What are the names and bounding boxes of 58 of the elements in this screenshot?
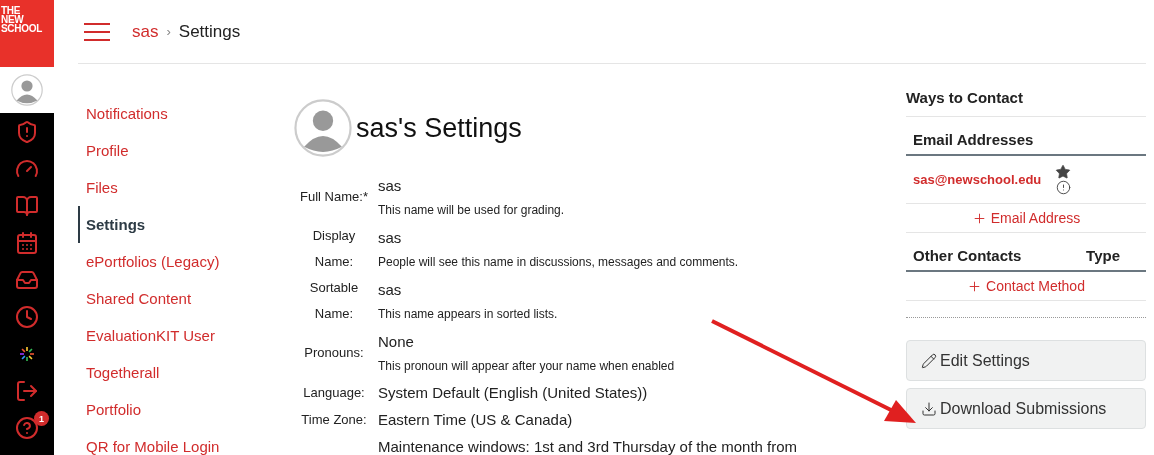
pencil-icon xyxy=(921,352,937,369)
field-value: sas xyxy=(378,280,403,300)
field-value: Eastern Time (US & Canada) xyxy=(378,409,573,430)
plus-icon xyxy=(967,278,983,294)
field-value: System Default (English (United States)) xyxy=(378,382,648,403)
avatar-icon xyxy=(11,74,43,106)
field-value: None xyxy=(378,332,415,352)
breadcrumb-separator: › xyxy=(166,24,171,39)
field-label: Display Name: xyxy=(312,228,356,269)
book-icon xyxy=(15,193,39,218)
field-label: Full Name:* xyxy=(300,189,368,204)
nav-link[interactable]: Portfolio xyxy=(78,391,294,428)
calendar-icon xyxy=(15,230,39,255)
field-label: Pronouns: xyxy=(304,345,364,360)
field-label: Language: xyxy=(303,384,365,400)
edit-settings-button[interactable]: Edit Settings xyxy=(906,340,1146,381)
nav-link[interactable]: Notifications xyxy=(78,95,294,132)
column-header: Email Addresses xyxy=(913,131,1034,148)
menu-icon[interactable] xyxy=(84,22,110,41)
help-icon xyxy=(15,415,39,440)
section-title: Ways to Contact xyxy=(906,89,1146,117)
breadcrumb-link[interactable]: sas xyxy=(132,21,159,42)
nav-link[interactable]: Files xyxy=(78,169,294,206)
field-value: sas xyxy=(378,228,403,248)
field-value: sas xyxy=(378,176,403,196)
star-icon xyxy=(1055,164,1072,180)
nav-link[interactable]: EvaluationKIT User xyxy=(78,317,294,354)
field-hint: This name appears in sorted lists. xyxy=(378,306,558,323)
field-label: Time Zone: xyxy=(301,411,367,427)
field-hint: People will see this name in discussions, messages and comments. xyxy=(378,254,739,271)
add-contact-link[interactable]: Contact Method xyxy=(906,272,1146,301)
nav-link[interactable]: QR for Mobile Login xyxy=(78,428,294,455)
field-label: Sortable Name: xyxy=(309,280,359,321)
breadcrumb-current: Settings xyxy=(178,21,241,42)
nav-link[interactable]: Shared Content xyxy=(78,280,294,317)
nav-link[interactable]: Settings xyxy=(78,206,294,243)
school-logo[interactable]: THE NEW SCHOOL xyxy=(0,0,54,67)
field-hint: This pronoun will appear after your name when enabled xyxy=(378,358,675,375)
logout-icon xyxy=(15,378,39,403)
column-header: Type xyxy=(1086,247,1120,264)
notification-badge: 1 xyxy=(34,411,49,426)
clock-icon xyxy=(15,304,39,329)
nav-link[interactable]: ePortfolios (Legacy) xyxy=(78,243,294,280)
column-header: Other Contacts xyxy=(913,247,1022,264)
download-icon xyxy=(921,400,937,417)
download-button[interactable]: Download Submissions xyxy=(906,388,1146,429)
avatar-icon xyxy=(294,99,352,157)
field-value: Maintenance windows: 1st and 3rd Thursday of the month from xyxy=(378,436,798,455)
plus-icon xyxy=(971,210,987,226)
nav-link[interactable]: Profile xyxy=(78,132,294,169)
shield-icon xyxy=(15,119,39,144)
alert-icon xyxy=(1055,180,1071,195)
add-email-link[interactable]: Email Address xyxy=(906,204,1146,233)
burst-icon xyxy=(19,345,35,362)
email-link[interactable]: sas@newschool.edu xyxy=(913,172,1042,187)
field-hint: This name will be used for grading. xyxy=(378,202,565,219)
page-title: sas's Settings xyxy=(356,112,522,144)
nav-link[interactable]: Togetherall xyxy=(78,354,294,391)
